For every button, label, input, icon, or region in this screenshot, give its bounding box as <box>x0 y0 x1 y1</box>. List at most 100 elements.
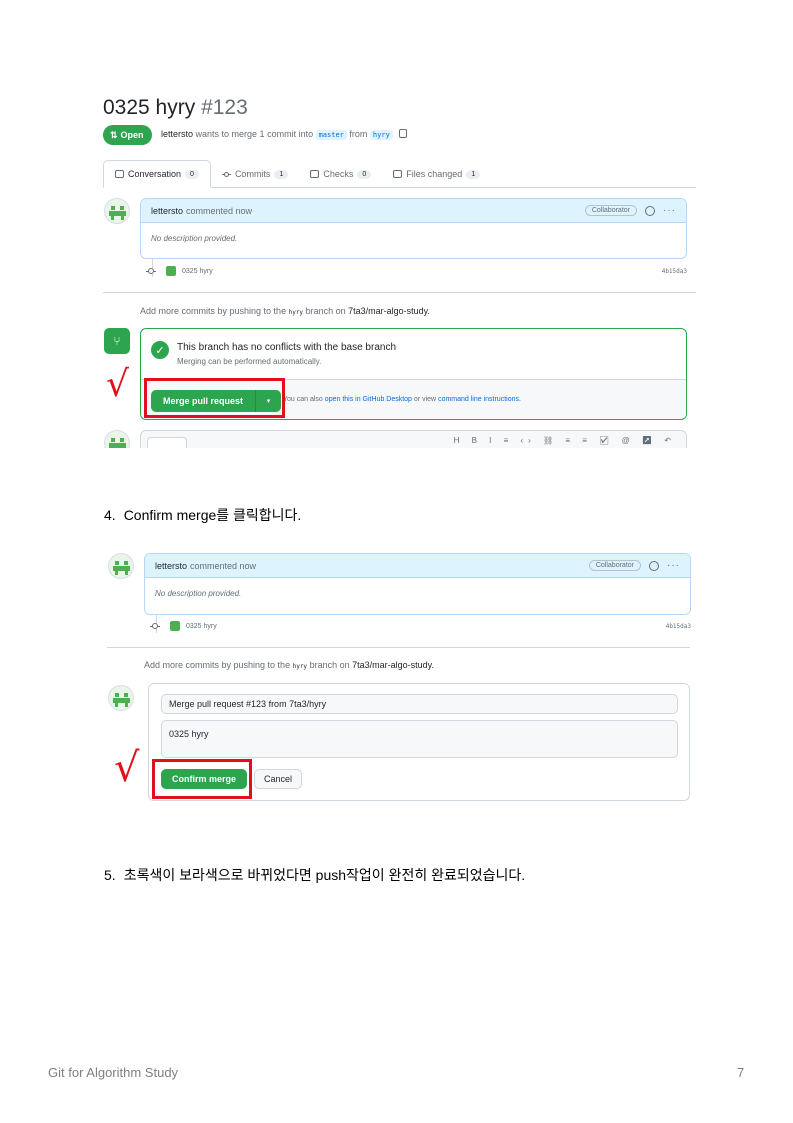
comment-action: commented now <box>190 560 257 571</box>
kebab-menu-icon[interactable]: ··· <box>667 560 680 571</box>
commit-message[interactable]: 0325 hyry <box>186 623 217 630</box>
pr-meta-from: from <box>349 129 368 139</box>
tab-label: Conversation <box>128 169 182 179</box>
step-4-instruction: 4. Confirm merge를 클릭합니다. <box>104 505 301 525</box>
page-number: 7 <box>737 1065 745 1080</box>
tab-conversation[interactable]: Conversation 0 <box>103 160 211 188</box>
comment-body: No description provided. <box>155 589 242 598</box>
hint-text: Add more commits by pushing to the <box>140 306 287 316</box>
merge-message-textarea[interactable]: 0325 hyry <box>161 720 678 758</box>
github-desktop-link[interactable]: open this in GitHub Desktop <box>325 396 412 403</box>
checklist-icon <box>310 170 320 178</box>
tab-count: 0 <box>185 169 199 179</box>
comment-editor: H B I ≡ ‹› ⛓ ≡ ≡ ☑ @ ↗ ↶ <box>140 430 687 448</box>
merge-title-input[interactable]: Merge pull request #123 from 7ta3/hyry <box>161 694 678 714</box>
commit-message[interactable]: 0325 hyry <box>182 268 213 275</box>
merge-status-title: This branch has no conflicts with the ba… <box>177 342 397 353</box>
tab-label: Commits <box>234 169 271 179</box>
repo-link[interactable]: 7ta3/mar-algo-study. <box>352 660 434 670</box>
comment-box: lettersto commented now Collaborator ···… <box>140 198 687 259</box>
pr-state-badge: ⇅ Open <box>103 125 152 145</box>
copy-icon[interactable] <box>399 129 408 138</box>
pull-request-icon: ⇅ <box>110 129 118 140</box>
pr-meta-text: wants to merge 1 commit into <box>195 129 314 139</box>
pr-tabs: Conversation 0 Commits 1 Checks 0 Files … <box>103 160 696 188</box>
divider <box>103 292 696 293</box>
tab-checks[interactable]: Checks 0 <box>299 160 382 188</box>
step-text: Confirm merge를 클릭합니다. <box>123 507 302 523</box>
avatar[interactable] <box>104 198 130 224</box>
screenshot-confirm-merge: lettersto commented now Collaborator ···… <box>104 545 696 805</box>
comment-icon <box>115 170 124 178</box>
merge-status: ✓ This branch has no conflicts with the … <box>141 329 686 379</box>
comment-action: commented now <box>186 205 253 216</box>
avatar[interactable] <box>108 685 134 711</box>
pr-title: 0325 hyry #123 <box>103 96 248 120</box>
commit-icon <box>221 171 231 177</box>
collaborator-badge: Collaborator <box>588 560 641 571</box>
comment-box: lettersto commented now Collaborator ···… <box>144 553 691 615</box>
more-commits-hint: Add more commits by pushing to the hyry … <box>140 306 430 316</box>
smiley-icon[interactable] <box>645 205 655 216</box>
branch-name: hyry <box>288 309 304 316</box>
commit-row: 0325 hyry 4b15da3 <box>146 264 687 278</box>
file-diff-icon <box>393 170 403 178</box>
commit-icon <box>146 267 156 274</box>
collaborator-badge: Collaborator <box>584 205 637 216</box>
alt-text: You can also <box>283 396 323 403</box>
commit-sha[interactable]: 4b15da3 <box>662 268 687 275</box>
highlight-box <box>144 378 285 418</box>
pr-author-link[interactable]: lettersto <box>161 129 193 139</box>
alt-text: or view <box>413 396 437 403</box>
avatar[interactable] <box>108 553 134 579</box>
step-5-instruction: 5. 초록색이 보라색으로 바뀌었다면 push작업이 완전히 완료되었습니다. <box>104 865 525 885</box>
repo-link[interactable]: 7ta3/mar-algo-study. <box>348 306 430 316</box>
tab-label: Files changed <box>406 169 463 179</box>
red-checkmark: √ <box>106 364 129 405</box>
red-checkmark: √ <box>114 745 140 791</box>
hint-text: branch on <box>305 306 346 316</box>
pr-number: #123 <box>201 96 248 119</box>
avatar <box>166 266 176 276</box>
write-tab[interactable] <box>147 437 187 448</box>
tab-count: 1 <box>274 169 289 179</box>
smiley-icon[interactable] <box>649 560 659 571</box>
highlight-box <box>152 759 252 799</box>
command-line-link[interactable]: command line instructions. <box>438 396 521 403</box>
avatar <box>170 621 180 631</box>
check-circle-icon: ✓ <box>151 341 169 359</box>
kebab-menu-icon[interactable]: ··· <box>663 205 676 216</box>
head-branch-label[interactable]: hyry <box>369 130 393 140</box>
editor-toolbar-icons[interactable]: H B I ≡ ‹› ⛓ ≡ ≡ ☑ @ ↗ ↶ <box>454 436 676 445</box>
tab-commits[interactable]: Commits 1 <box>211 160 299 188</box>
base-branch-label[interactable]: master <box>315 130 347 140</box>
tab-count: 1 <box>466 169 481 179</box>
comment-author[interactable]: lettersto <box>151 206 183 216</box>
commit-row: 0325 hyry 4b15da3 <box>150 619 691 633</box>
cancel-button[interactable]: Cancel <box>254 769 303 789</box>
divider <box>107 647 690 648</box>
comment-body: No description provided. <box>151 234 238 243</box>
comment-header: lettersto commented now Collaborator ··· <box>145 554 690 578</box>
hint-text: branch on <box>309 660 350 670</box>
pr-state-label: Open <box>120 130 144 140</box>
pr-title-text: 0325 hyry <box>103 96 196 119</box>
git-merge-icon: ⑂ <box>104 328 130 354</box>
step-number: 4. <box>104 507 116 523</box>
step-number: 5. <box>104 867 116 883</box>
merge-status-subtitle: Merging can be performed automatically. <box>177 357 322 366</box>
comment-author[interactable]: lettersto <box>155 561 187 571</box>
step-text: 초록색이 보라색으로 바뀌었다면 push작업이 완전히 완료되었습니다. <box>123 867 526 883</box>
comment-header: lettersto commented now Collaborator ··· <box>141 199 686 223</box>
more-commits-hint: Add more commits by pushing to the hyry … <box>144 660 434 670</box>
screenshot-pull-request: 0325 hyry #123 ⇅ Open lettersto wants to… <box>100 90 700 448</box>
commit-sha[interactable]: 4b15da3 <box>666 623 691 630</box>
tab-files-changed[interactable]: Files changed 1 <box>382 160 491 188</box>
branch-name: hyry <box>292 663 308 670</box>
hint-text: Add more commits by pushing to the <box>144 660 291 670</box>
avatar <box>104 430 130 448</box>
pr-meta: lettersto wants to merge 1 commit into m… <box>161 129 408 140</box>
tab-count: 0 <box>357 169 372 179</box>
commit-icon <box>150 622 160 629</box>
tab-label: Checks <box>323 169 354 179</box>
